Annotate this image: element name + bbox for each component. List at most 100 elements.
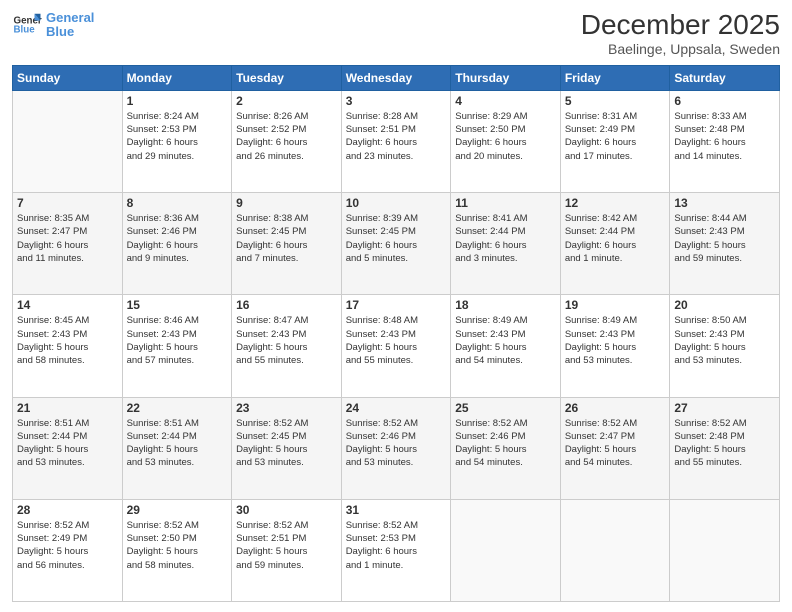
day-info: Sunrise: 8:46 AM Sunset: 2:43 PM Dayligh… — [127, 314, 228, 367]
week-row-1: 7 Sunrise: 8:35 AM Sunset: 2:47 PM Daylig… — [13, 193, 780, 295]
day-number: 22 — [127, 401, 228, 415]
day-info: Sunrise: 8:38 AM Sunset: 2:45 PM Dayligh… — [236, 212, 337, 265]
day-number: 31 — [346, 503, 447, 517]
day-info: Sunrise: 8:35 AM Sunset: 2:47 PM Dayligh… — [17, 212, 118, 265]
day-header-thursday: Thursday — [451, 65, 561, 90]
day-info: Sunrise: 8:52 AM Sunset: 2:53 PM Dayligh… — [346, 519, 447, 572]
day-info: Sunrise: 8:49 AM Sunset: 2:43 PM Dayligh… — [455, 314, 556, 367]
day-info: Sunrise: 8:52 AM Sunset: 2:47 PM Dayligh… — [565, 417, 666, 470]
day-number: 11 — [455, 196, 556, 210]
day-cell: 20 Sunrise: 8:50 AM Sunset: 2:43 PM Dayli… — [670, 295, 780, 397]
week-row-0: 1 Sunrise: 8:24 AM Sunset: 2:53 PM Daylig… — [13, 90, 780, 192]
day-info: Sunrise: 8:26 AM Sunset: 2:52 PM Dayligh… — [236, 110, 337, 163]
day-number: 5 — [565, 94, 666, 108]
logo: General Blue General Blue — [12, 10, 94, 40]
day-info: Sunrise: 8:29 AM Sunset: 2:50 PM Dayligh… — [455, 110, 556, 163]
day-header-wednesday: Wednesday — [341, 65, 451, 90]
day-cell: 5 Sunrise: 8:31 AM Sunset: 2:49 PM Daylig… — [560, 90, 670, 192]
day-cell: 11Sunrise: 8:41 AM Sunset: 2:44 PM Dayli… — [451, 193, 561, 295]
day-number: 30 — [236, 503, 337, 517]
day-cell: 6 Sunrise: 8:33 AM Sunset: 2:48 PM Daylig… — [670, 90, 780, 192]
day-header-monday: Monday — [122, 65, 232, 90]
day-cell: 23Sunrise: 8:52 AM Sunset: 2:45 PM Dayli… — [232, 397, 342, 499]
day-cell: 31 Sunrise: 8:52 AM Sunset: 2:53 PM Dayli… — [341, 499, 451, 601]
day-number: 6 — [674, 94, 775, 108]
day-cell — [560, 499, 670, 601]
day-info: Sunrise: 8:49 AM Sunset: 2:43 PM Dayligh… — [565, 314, 666, 367]
day-cell: 13Sunrise: 8:44 AM Sunset: 2:43 PM Dayli… — [670, 193, 780, 295]
day-info: Sunrise: 8:36 AM Sunset: 2:46 PM Dayligh… — [127, 212, 228, 265]
day-info: Sunrise: 8:45 AM Sunset: 2:43 PM Dayligh… — [17, 314, 118, 367]
day-number: 14 — [17, 298, 118, 312]
week-row-4: 28 Sunrise: 8:52 AM Sunset: 2:49 PM Dayli… — [13, 499, 780, 601]
day-cell: 9 Sunrise: 8:38 AM Sunset: 2:45 PM Daylig… — [232, 193, 342, 295]
header-row: SundayMondayTuesdayWednesdayThursdayFrid… — [13, 65, 780, 90]
day-info: Sunrise: 8:52 AM Sunset: 2:45 PM Dayligh… — [236, 417, 337, 470]
day-cell: 22Sunrise: 8:51 AM Sunset: 2:44 PM Dayli… — [122, 397, 232, 499]
day-number: 28 — [17, 503, 118, 517]
day-cell — [670, 499, 780, 601]
day-cell: 28 Sunrise: 8:52 AM Sunset: 2:49 PM Dayli… — [13, 499, 123, 601]
day-cell — [451, 499, 561, 601]
day-info: Sunrise: 8:47 AM Sunset: 2:43 PM Dayligh… — [236, 314, 337, 367]
day-number: 12 — [565, 196, 666, 210]
day-info: Sunrise: 8:48 AM Sunset: 2:43 PM Dayligh… — [346, 314, 447, 367]
day-number: 20 — [674, 298, 775, 312]
logo-icon: General Blue — [12, 10, 42, 40]
day-number: 15 — [127, 298, 228, 312]
day-number: 27 — [674, 401, 775, 415]
day-info: Sunrise: 8:39 AM Sunset: 2:45 PM Dayligh… — [346, 212, 447, 265]
day-cell: 19Sunrise: 8:49 AM Sunset: 2:43 PM Dayli… — [560, 295, 670, 397]
day-cell: 17Sunrise: 8:48 AM Sunset: 2:43 PM Dayli… — [341, 295, 451, 397]
day-cell: 10 Sunrise: 8:39 AM Sunset: 2:45 PM Dayli… — [341, 193, 451, 295]
day-number: 26 — [565, 401, 666, 415]
day-number: 9 — [236, 196, 337, 210]
day-info: Sunrise: 8:52 AM Sunset: 2:48 PM Dayligh… — [674, 417, 775, 470]
day-info: Sunrise: 8:50 AM Sunset: 2:43 PM Dayligh… — [674, 314, 775, 367]
day-header-friday: Friday — [560, 65, 670, 90]
day-cell: 16 Sunrise: 8:47 AM Sunset: 2:43 PM Dayli… — [232, 295, 342, 397]
day-cell: 15 Sunrise: 8:46 AM Sunset: 2:43 PM Dayli… — [122, 295, 232, 397]
header: General Blue General Blue December 2025 … — [12, 10, 780, 57]
day-number: 2 — [236, 94, 337, 108]
day-number: 18 — [455, 298, 556, 312]
day-cell: 21Sunrise: 8:51 AM Sunset: 2:44 PM Dayli… — [13, 397, 123, 499]
day-number: 25 — [455, 401, 556, 415]
week-row-2: 14 Sunrise: 8:45 AM Sunset: 2:43 PM Dayli… — [13, 295, 780, 397]
day-info: Sunrise: 8:28 AM Sunset: 2:51 PM Dayligh… — [346, 110, 447, 163]
day-cell: 25 Sunrise: 8:52 AM Sunset: 2:46 PM Dayli… — [451, 397, 561, 499]
logo-blue-text: Blue — [46, 25, 94, 39]
day-info: Sunrise: 8:42 AM Sunset: 2:44 PM Dayligh… — [565, 212, 666, 265]
logo-text: General — [46, 11, 94, 25]
day-info: Sunrise: 8:31 AM Sunset: 2:49 PM Dayligh… — [565, 110, 666, 163]
day-number: 4 — [455, 94, 556, 108]
day-number: 10 — [346, 196, 447, 210]
day-cell: 3 Sunrise: 8:28 AM Sunset: 2:51 PM Daylig… — [341, 90, 451, 192]
day-info: Sunrise: 8:52 AM Sunset: 2:46 PM Dayligh… — [455, 417, 556, 470]
svg-text:Blue: Blue — [14, 25, 36, 36]
day-cell: 24 Sunrise: 8:52 AM Sunset: 2:46 PM Dayli… — [341, 397, 451, 499]
day-number: 24 — [346, 401, 447, 415]
day-cell: 2 Sunrise: 8:26 AM Sunset: 2:52 PM Daylig… — [232, 90, 342, 192]
calendar-table: SundayMondayTuesdayWednesdayThursdayFrid… — [12, 65, 780, 602]
day-info: Sunrise: 8:52 AM Sunset: 2:46 PM Dayligh… — [346, 417, 447, 470]
main-title: December 2025 — [581, 10, 780, 41]
day-cell: 27 Sunrise: 8:52 AM Sunset: 2:48 PM Dayli… — [670, 397, 780, 499]
day-cell: 7 Sunrise: 8:35 AM Sunset: 2:47 PM Daylig… — [13, 193, 123, 295]
day-number: 3 — [346, 94, 447, 108]
day-info: Sunrise: 8:33 AM Sunset: 2:48 PM Dayligh… — [674, 110, 775, 163]
day-header-saturday: Saturday — [670, 65, 780, 90]
day-number: 7 — [17, 196, 118, 210]
day-number: 8 — [127, 196, 228, 210]
day-header-sunday: Sunday — [13, 65, 123, 90]
calendar-body: 1 Sunrise: 8:24 AM Sunset: 2:53 PM Daylig… — [13, 90, 780, 601]
day-info: Sunrise: 8:51 AM Sunset: 2:44 PM Dayligh… — [17, 417, 118, 470]
day-info: Sunrise: 8:52 AM Sunset: 2:49 PM Dayligh… — [17, 519, 118, 572]
day-cell: 29Sunrise: 8:52 AM Sunset: 2:50 PM Dayli… — [122, 499, 232, 601]
day-info: Sunrise: 8:24 AM Sunset: 2:53 PM Dayligh… — [127, 110, 228, 163]
day-cell: 12 Sunrise: 8:42 AM Sunset: 2:44 PM Dayli… — [560, 193, 670, 295]
day-number: 16 — [236, 298, 337, 312]
day-number: 1 — [127, 94, 228, 108]
day-cell: 1 Sunrise: 8:24 AM Sunset: 2:53 PM Daylig… — [122, 90, 232, 192]
day-header-tuesday: Tuesday — [232, 65, 342, 90]
